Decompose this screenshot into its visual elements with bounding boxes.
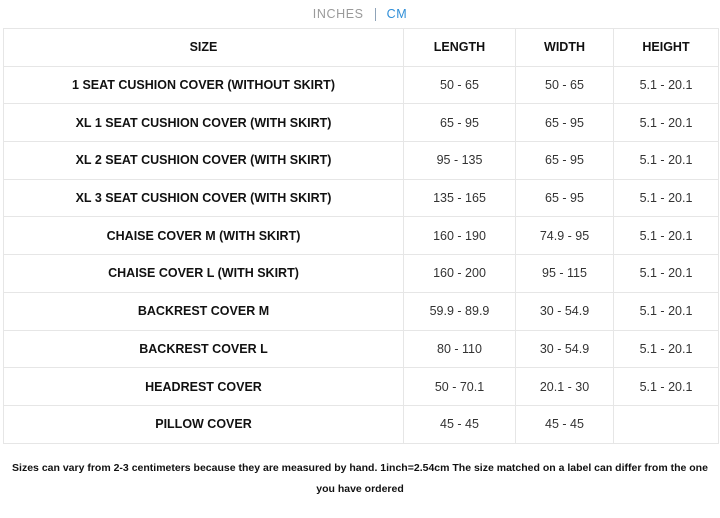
table-row: PILLOW COVER 45 - 45 45 - 45 xyxy=(3,404,719,444)
size-chart-table: SIZE LENGTH WIDTH HEIGHT 1 SEAT CUSHION … xyxy=(3,28,719,444)
table-row: XL 1 SEAT CUSHION COVER (WITH SKIRT) 65 … xyxy=(3,103,719,143)
width-cell: 65 - 95 xyxy=(515,103,614,143)
size-name-cell: BACKREST COVER L xyxy=(3,329,404,369)
length-cell: 160 - 200 xyxy=(403,254,516,293)
table-row: BACKREST COVER L 80 - 110 30 - 54.9 5.1 … xyxy=(3,329,719,369)
width-cell: 65 - 95 xyxy=(515,141,614,180)
height-cell: 5.1 - 20.1 xyxy=(613,178,719,218)
size-name-cell: PILLOW COVER xyxy=(3,404,404,444)
length-cell: 95 - 135 xyxy=(403,141,516,180)
table-header-row: SIZE LENGTH WIDTH HEIGHT xyxy=(3,28,719,67)
size-name-cell: CHAISE COVER L (WITH SKIRT) xyxy=(3,254,404,293)
width-cell: 30 - 54.9 xyxy=(515,291,614,331)
size-name-cell: XL 3 SEAT CUSHION COVER (WITH SKIRT) xyxy=(3,178,404,218)
size-name-cell: 1 SEAT CUSHION COVER (WITHOUT SKIRT) xyxy=(3,65,404,105)
header-length: LENGTH xyxy=(403,28,516,67)
size-name-cell: XL 1 SEAT CUSHION COVER (WITH SKIRT) xyxy=(3,103,404,143)
length-cell: 59.9 - 89.9 xyxy=(403,291,516,331)
height-cell: 5.1 - 20.1 xyxy=(613,254,719,293)
length-cell: 160 - 190 xyxy=(403,216,516,256)
length-cell: 45 - 45 xyxy=(403,404,516,444)
header-size: SIZE xyxy=(3,28,404,67)
size-name-cell: CHAISE COVER M (WITH SKIRT) xyxy=(3,216,404,256)
length-cell: 50 - 65 xyxy=(403,65,516,105)
table-row: 1 SEAT CUSHION COVER (WITHOUT SKIRT) 50 … xyxy=(3,65,719,105)
unit-toggle: INCHES CM xyxy=(0,0,720,28)
width-cell: 45 - 45 xyxy=(515,404,614,444)
table-row: BACKREST COVER M 59.9 - 89.9 30 - 54.9 5… xyxy=(3,291,719,331)
height-cell: 5.1 - 20.1 xyxy=(613,65,719,105)
size-name-cell: HEADREST COVER xyxy=(3,367,404,406)
unit-divider xyxy=(374,7,376,21)
table-row: XL 2 SEAT CUSHION COVER (WITH SKIRT) 95 … xyxy=(3,141,719,180)
width-cell: 20.1 - 30 xyxy=(515,367,614,406)
width-cell: 65 - 95 xyxy=(515,178,614,218)
table-row: HEADREST COVER 50 - 70.1 20.1 - 30 5.1 -… xyxy=(3,367,719,406)
length-cell: 135 - 165 xyxy=(403,178,516,218)
table-row: CHAISE COVER M (WITH SKIRT) 160 - 190 74… xyxy=(3,216,719,256)
height-cell: 5.1 - 20.1 xyxy=(613,291,719,331)
unit-option-inches[interactable]: INCHES xyxy=(311,7,366,21)
width-cell: 50 - 65 xyxy=(515,65,614,105)
length-cell: 50 - 70.1 xyxy=(403,367,516,406)
header-width: WIDTH xyxy=(515,28,614,67)
width-cell: 74.9 - 95 xyxy=(515,216,614,256)
height-cell: 5.1 - 20.1 xyxy=(613,329,719,369)
size-disclaimer-note: Sizes can vary from 2-3 centimeters beca… xyxy=(12,462,708,495)
length-cell: 65 - 95 xyxy=(403,103,516,143)
width-cell: 95 - 115 xyxy=(515,254,614,293)
size-name-cell: XL 2 SEAT CUSHION COVER (WITH SKIRT) xyxy=(3,141,404,180)
height-cell: 5.1 - 20.1 xyxy=(613,216,719,256)
length-cell: 80 - 110 xyxy=(403,329,516,369)
unit-option-cm[interactable]: CM xyxy=(385,7,410,21)
height-cell xyxy=(613,404,719,444)
width-cell: 30 - 54.9 xyxy=(515,329,614,369)
table-row: XL 3 SEAT CUSHION COVER (WITH SKIRT) 135… xyxy=(3,178,719,218)
size-name-cell: BACKREST COVER M xyxy=(3,291,404,331)
height-cell: 5.1 - 20.1 xyxy=(613,141,719,180)
height-cell: 5.1 - 20.1 xyxy=(613,103,719,143)
table-row: CHAISE COVER L (WITH SKIRT) 160 - 200 95… xyxy=(3,254,719,293)
height-cell: 5.1 - 20.1 xyxy=(613,367,719,406)
header-height: HEIGHT xyxy=(613,28,719,67)
